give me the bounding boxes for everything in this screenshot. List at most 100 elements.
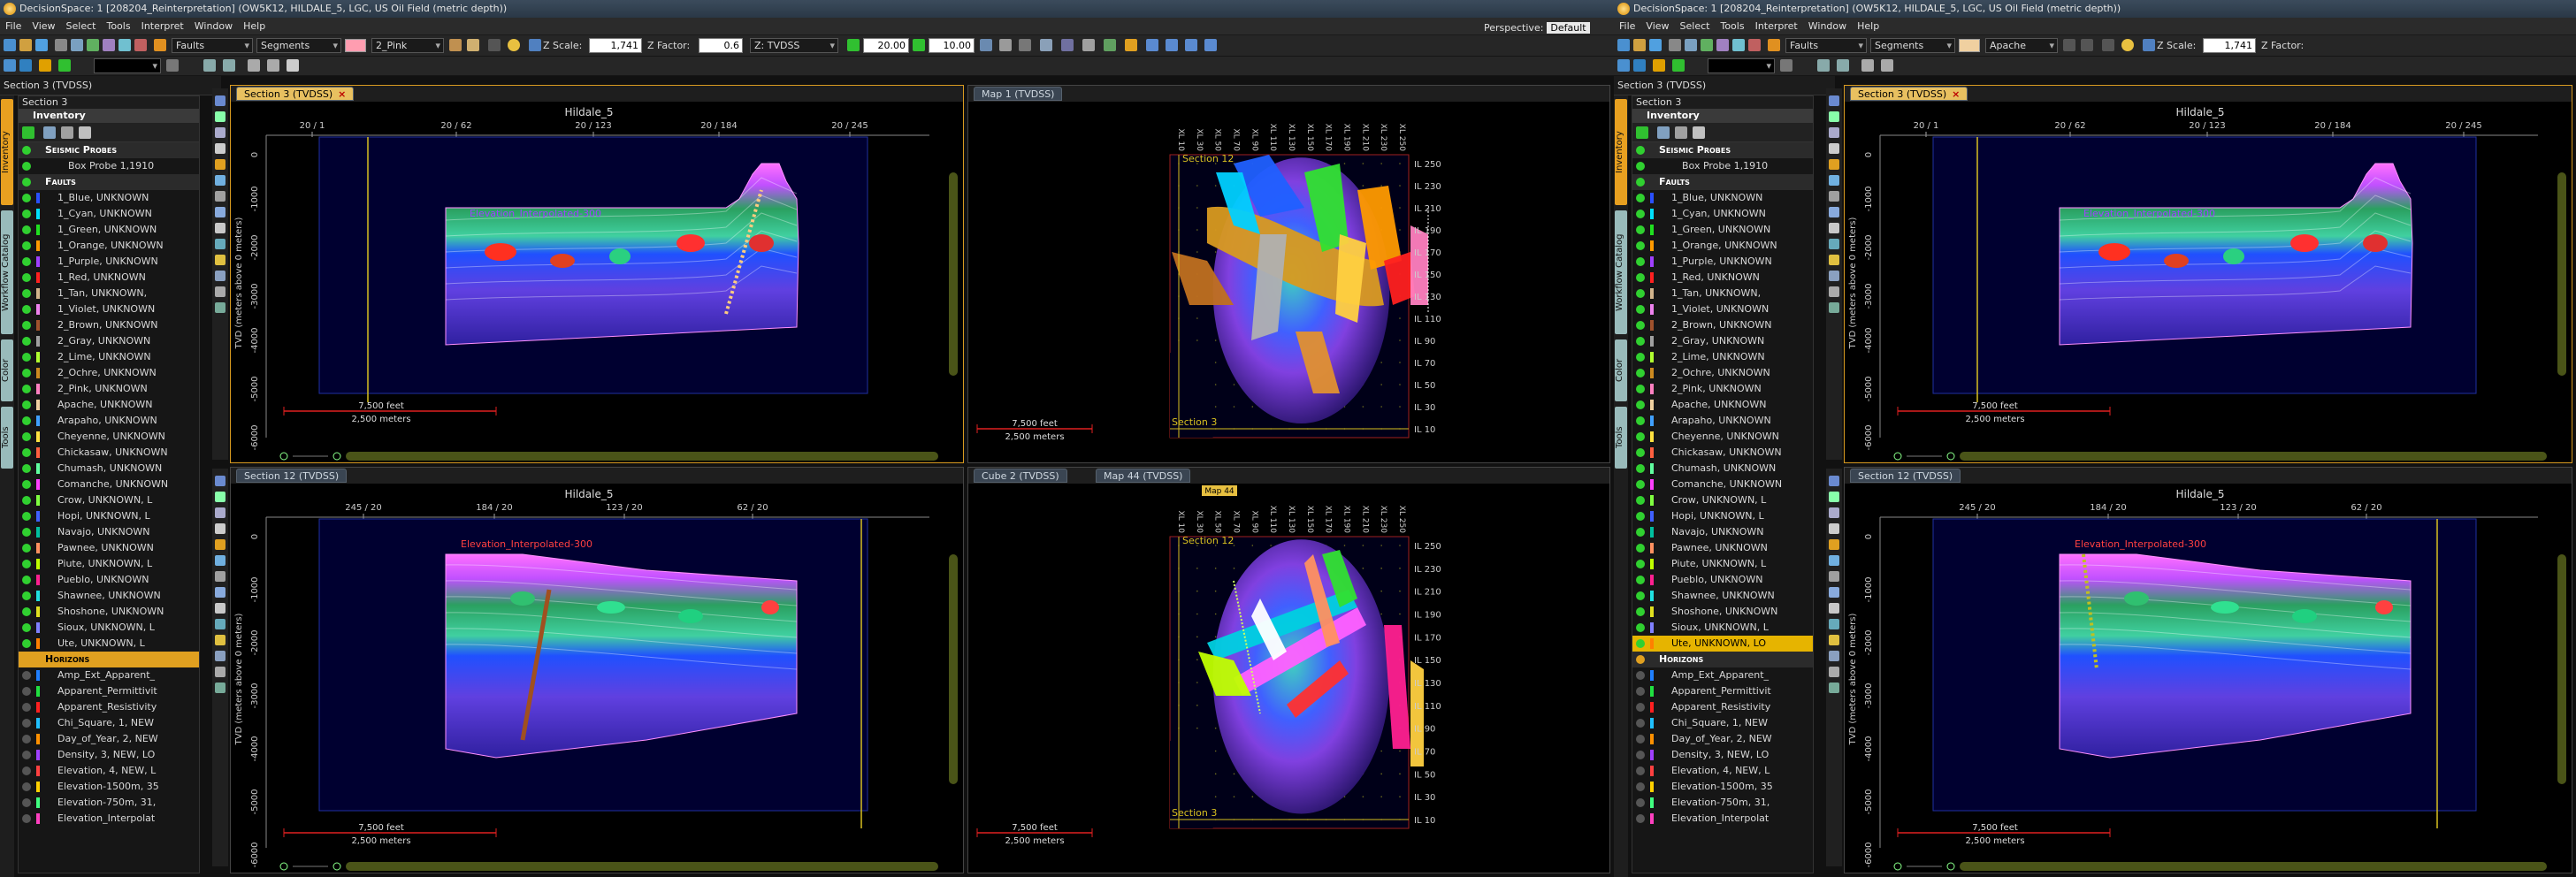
sun-icon-2[interactable] — [2121, 39, 2134, 51]
tool2-icon-c[interactable] — [1653, 59, 1665, 72]
list-item[interactable]: Elevation, 4, NEW, L — [1632, 763, 1813, 779]
visibility-icon[interactable] — [1636, 400, 1645, 409]
list-item[interactable]: Pueblo, UNKNOWN — [1632, 572, 1813, 588]
step-size-input[interactable]: 10.00 — [929, 38, 975, 53]
list-item[interactable]: 1_Violet, UNKNOWN — [19, 301, 199, 317]
group-seismic-probes[interactable]: Seismic Probes — [19, 142, 199, 158]
list-item[interactable]: 2_Gray, UNKNOWN — [19, 333, 199, 349]
list-item[interactable]: 1_Orange, UNKNOWN — [1632, 238, 1813, 254]
view-tool-icon[interactable] — [215, 619, 225, 629]
cursor-icon[interactable] — [1082, 39, 1095, 51]
visibility-icon[interactable] — [22, 814, 31, 823]
list-item[interactable]: Chickasaw, UNKNOWN — [19, 445, 199, 461]
link-icon[interactable] — [1185, 39, 1197, 51]
visibility-icon[interactable] — [1636, 480, 1645, 489]
visibility-icon[interactable] — [1636, 798, 1645, 807]
pencil-icon[interactable] — [154, 39, 166, 51]
list-item[interactable]: 2_Gray, UNKNOWN — [1632, 333, 1813, 349]
visibility-icon[interactable] — [22, 766, 31, 775]
snap-icon[interactable] — [1019, 39, 1031, 51]
view-tool-icon[interactable] — [215, 302, 225, 313]
map-icon-2[interactable] — [1732, 39, 1745, 51]
list-item[interactable]: 2_Lime, UNKNOWN — [19, 349, 199, 365]
visibility-icon[interactable] — [22, 416, 31, 425]
list-item[interactable]: Box Probe 1,1910 — [19, 158, 199, 174]
visibility-icon[interactable] — [1636, 432, 1645, 441]
list-item[interactable]: Elevation-750m, 31, — [19, 795, 199, 811]
visibility-icon[interactable] — [22, 719, 31, 728]
view-tool-icon[interactable] — [1829, 683, 1839, 693]
view-tool-icon[interactable] — [215, 111, 225, 122]
visibility-icon[interactable] — [1636, 241, 1645, 250]
list-item[interactable]: Amp_Ext_Apparent_ — [19, 667, 199, 683]
visibility-icon[interactable] — [1636, 687, 1645, 696]
list-item[interactable]: Cheyenne, UNKNOWN — [19, 429, 199, 445]
menu-view-2[interactable]: View — [1640, 18, 1674, 35]
list-item[interactable]: Pueblo, UNKNOWN — [19, 572, 199, 588]
visibility-icon[interactable] — [1636, 353, 1645, 362]
view-tool-icon[interactable] — [1829, 255, 1839, 265]
view-tool-icon[interactable] — [215, 587, 225, 598]
tool2-icon-b[interactable] — [1633, 59, 1646, 72]
tab-inventory[interactable]: Inventory — [1, 99, 13, 205]
sun-icon[interactable] — [508, 39, 520, 51]
view-tool-icon[interactable] — [1829, 523, 1839, 534]
visibility-icon[interactable] — [22, 782, 31, 791]
view-tool-icon[interactable] — [1829, 95, 1839, 106]
view-tool-icon[interactable] — [215, 571, 225, 582]
visibility-icon[interactable] — [1636, 178, 1645, 187]
domain-combo[interactable]: Z: TVDSS — [750, 38, 838, 53]
visibility-icon[interactable] — [22, 735, 31, 744]
redo-icon[interactable] — [467, 39, 479, 51]
menu-file-2[interactable]: File — [1614, 18, 1640, 35]
visibility-icon[interactable] — [22, 225, 31, 234]
pencil-icon-2[interactable] — [1768, 39, 1780, 51]
visibility-icon[interactable] — [1636, 735, 1645, 744]
map44-view[interactable]: Cube 2 (TVDSS) Map 44 (TVDSS) Section 12… — [967, 467, 1610, 873]
list-item[interactable]: Hopi, UNKNOWN, L — [19, 508, 199, 524]
menu-file[interactable]: File — [0, 18, 27, 35]
list-item-selected[interactable]: Ute, UNKNOWN, LO — [1632, 636, 1813, 652]
visibility-icon[interactable] — [1636, 162, 1645, 171]
w2-section3-view[interactable]: Section 3 (TVDSS) × Hildale_5 20 / 1 20 / 6… — [1844, 85, 2572, 463]
list-item[interactable]: Sioux, UNKNOWN, L — [1632, 620, 1813, 636]
visibility-icon[interactable] — [1636, 512, 1645, 521]
tool2-icon-d[interactable] — [1672, 59, 1685, 72]
visibility-icon[interactable] — [22, 432, 31, 441]
tool-icon-j[interactable] — [287, 59, 299, 72]
horizontal-scrollbar[interactable] — [1960, 862, 2547, 871]
visibility-icon[interactable] — [22, 560, 31, 568]
list-item[interactable]: Day_of_Year, 2, NEW — [19, 731, 199, 747]
visibility-icon[interactable] — [22, 655, 31, 664]
visibility-icon[interactable] — [1636, 337, 1645, 346]
map-icon[interactable] — [118, 39, 131, 51]
visibility-icon[interactable] — [22, 337, 31, 346]
visibility-icon[interactable] — [22, 512, 31, 521]
group-horizons[interactable]: Horizons — [19, 652, 199, 667]
close-icon-2[interactable]: × — [1952, 88, 1960, 100]
view-tool-icon[interactable] — [1829, 271, 1839, 281]
view-tool-icon[interactable] — [215, 143, 225, 154]
visibility-icon[interactable] — [1636, 496, 1645, 505]
list-item[interactable]: 1_Tan, UNKNOWN, — [19, 286, 199, 301]
view-tool-icon[interactable] — [1829, 127, 1839, 138]
perspective-selector[interactable]: Perspective: Default — [1484, 19, 1590, 34]
view-tool-icon[interactable] — [215, 175, 225, 186]
fault-color-swatch[interactable] — [345, 39, 366, 52]
delete-icon-2[interactable] — [2102, 39, 2114, 51]
tile-icon[interactable] — [71, 39, 83, 51]
zoom-out-icon[interactable] — [1893, 862, 1902, 871]
list-item[interactable]: Elevation_Interpolat — [1632, 811, 1813, 827]
tab-tools-2[interactable]: Tools — [1615, 407, 1627, 469]
list-item[interactable]: Pawnee, UNKNOWN — [19, 540, 199, 556]
visibility-icon[interactable] — [1636, 766, 1645, 775]
tab-section12[interactable]: Section 12 (TVDSS) — [236, 469, 348, 483]
view-tool-icon[interactable] — [1829, 539, 1839, 550]
view-tool-icon[interactable] — [1829, 239, 1839, 249]
zoom-in-icon[interactable] — [1946, 452, 1955, 461]
visibility-icon[interactable] — [22, 687, 31, 696]
visibility-icon[interactable] — [1636, 369, 1645, 377]
list-item[interactable]: Density, 3, NEW, LO — [19, 747, 199, 763]
segments-combo-2[interactable]: Segments — [1870, 38, 1955, 53]
visibility-icon[interactable] — [22, 353, 31, 362]
